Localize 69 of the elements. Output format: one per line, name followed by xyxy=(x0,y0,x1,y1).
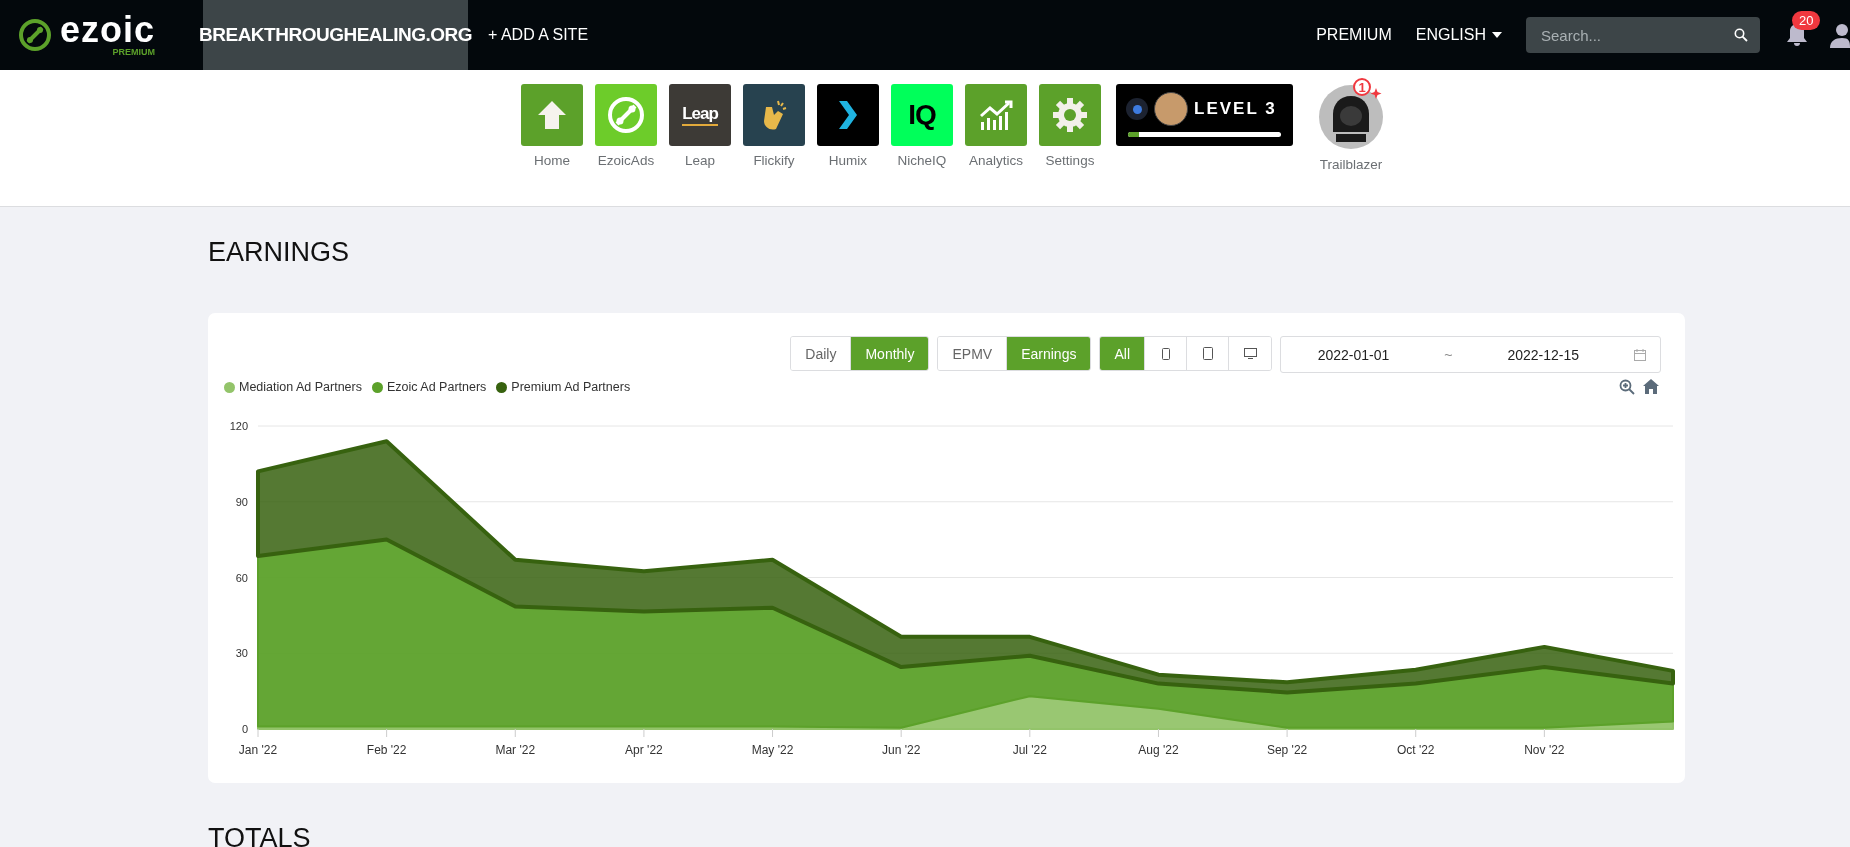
legend-item[interactable]: Ezoic Ad Partners xyxy=(372,380,487,394)
x-axis-label: Jan '22 xyxy=(238,743,278,757)
search-icon xyxy=(1734,28,1748,42)
language-menu[interactable]: ENGLISH xyxy=(1415,26,1502,44)
trailblazer-badge: 1 xyxy=(1353,78,1371,96)
y-axis-label: 120 xyxy=(229,420,248,432)
x-axis-label: Apr '22 xyxy=(625,743,663,757)
device-filter-button[interactable]: All xyxy=(1100,337,1145,370)
app-label: Leap xyxy=(684,153,715,168)
x-axis-label: Jun '22 xyxy=(882,743,921,757)
app-label: Settings xyxy=(1045,153,1095,168)
phone-icon xyxy=(1161,347,1170,360)
x-axis-label: Mar '22 xyxy=(495,743,536,757)
search-field[interactable]: Search... xyxy=(1526,17,1760,53)
tablet-icon xyxy=(1202,347,1213,360)
add-site-link[interactable]: + ADD A SITE xyxy=(488,26,589,44)
level-title: LEVEL 3 xyxy=(1194,99,1277,119)
metric-tab[interactable]: EPMV xyxy=(938,337,1008,370)
app-label: Humix xyxy=(828,153,868,168)
y-axis-label: 60 xyxy=(235,571,248,584)
x-axis-label: Sep '22 xyxy=(1266,743,1308,757)
zoom-in-icon[interactable] xyxy=(1619,379,1635,395)
app-label: Analytics xyxy=(969,153,1023,168)
notification-badge: 20 xyxy=(1792,11,1821,30)
ezoic-logo-icon xyxy=(605,94,647,136)
app-label: NicheIQ xyxy=(897,153,947,168)
app-label: Trailblazer xyxy=(1319,157,1383,172)
astronaut-icon xyxy=(1318,84,1384,150)
status-dot-icon xyxy=(1126,98,1148,120)
app-label: Flickify xyxy=(753,153,795,168)
granularity-tab[interactable]: Monthly xyxy=(851,337,929,370)
nicheiq-logo: IQ xyxy=(908,99,936,131)
chevron-icon xyxy=(836,100,860,130)
range-separator: ~ xyxy=(1444,346,1453,363)
avatar xyxy=(1154,92,1188,126)
end-date: 2022-12-15 xyxy=(1506,346,1581,363)
x-axis-label: Feb '22 xyxy=(366,743,407,757)
legend-item[interactable]: Premium Ad Partners xyxy=(496,380,631,394)
x-axis-label: Jul '22 xyxy=(1012,743,1047,757)
level-card[interactable]: LEVEL 3 xyxy=(1116,84,1293,146)
app-label: Home xyxy=(534,153,570,168)
logo-wordmark: ezoic xyxy=(60,13,156,47)
x-axis-label: May '22 xyxy=(751,743,794,757)
x-axis-label: Aug '22 xyxy=(1138,743,1179,757)
y-axis-label: 30 xyxy=(235,647,248,660)
home-icon[interactable] xyxy=(1643,379,1659,394)
metric-tab[interactable]: Earnings xyxy=(1007,337,1091,370)
start-date: 2022-01-01 xyxy=(1316,346,1391,363)
x-axis-label: Nov '22 xyxy=(1524,743,1565,757)
section-heading: EARNINGS xyxy=(208,236,351,269)
premium-link[interactable]: PREMIUM xyxy=(1316,26,1392,44)
premium-label: PREMIUM xyxy=(112,47,156,57)
granularity-tab[interactable]: Daily xyxy=(791,337,852,370)
leap-logo: Leap xyxy=(682,104,718,126)
x-axis-label: Oct '22 xyxy=(1396,743,1435,757)
trailblazer-launcher[interactable]: 1 Trailblazer xyxy=(1311,76,1391,172)
gear-icon xyxy=(1051,96,1089,134)
caret-icon xyxy=(1492,32,1502,38)
user-icon[interactable] xyxy=(1830,22,1850,48)
app-label: EzoicAds xyxy=(597,153,655,168)
legend-item[interactable]: Mediation Ad Partners xyxy=(224,380,362,394)
section-heading: TOTALS xyxy=(208,822,312,847)
calendar-icon xyxy=(1634,348,1646,361)
logo-icon xyxy=(18,18,52,52)
date-range-field[interactable]: 2022-01-01 ~ 2022-12-15 xyxy=(1280,336,1661,373)
monitor-icon xyxy=(1243,348,1257,359)
y-axis-label: 90 xyxy=(235,495,248,508)
chart-icon xyxy=(977,98,1015,132)
y-axis-label: 0 xyxy=(241,723,248,735)
